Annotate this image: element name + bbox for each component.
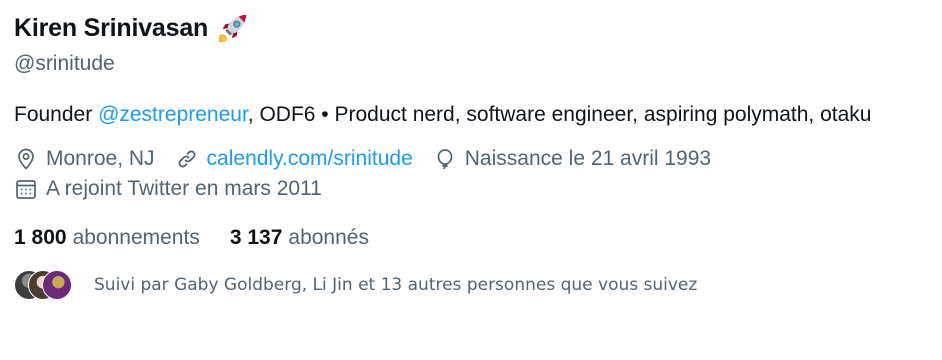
follower-avatars (14, 270, 78, 300)
profile-header: Kiren Srinivasan @srinitude Founder @zes… (14, 6, 929, 302)
followed-by[interactable]: Suivi par Gaby Goldberg, Li Jin et 13 au… (14, 268, 929, 302)
location-text: Monroe, NJ (46, 147, 155, 170)
meta-row-1: Monroe, NJ calendly.com/srinitude Naissa… (14, 144, 929, 174)
joined-item: A rejoint Twitter en mars 2011 (14, 177, 322, 201)
following-link[interactable]: 1 800 abonnements (14, 226, 200, 250)
bio-prefix: Founder (14, 103, 99, 126)
name-row: Kiren Srinivasan (14, 6, 929, 50)
avatar (42, 270, 72, 300)
following-label: abonnements (72, 226, 200, 249)
following-count: 1 800 (14, 226, 67, 249)
followed-by-text: Suivi par Gaby Goldberg, Li Jin et 13 au… (94, 275, 698, 295)
location-item: Monroe, NJ (14, 147, 155, 171)
follow-stats: 1 800 abonnements 3 137 abonnés (14, 222, 929, 254)
calendar-icon (16, 180, 36, 199)
followers-label: abonnés (288, 226, 369, 249)
followers-link[interactable]: 3 137 abonnés (230, 226, 369, 250)
balloon-icon (437, 149, 453, 170)
website-item: calendly.com/srinitude (175, 147, 413, 171)
bio-suffix: , ODF6 • Product nerd, software engineer… (247, 103, 872, 126)
bio: Founder @zestrepreneur, ODF6 • Product n… (14, 100, 894, 130)
website-link[interactable]: calendly.com/srinitude (207, 147, 413, 171)
followers-count: 3 137 (229, 226, 283, 249)
display-name: Kiren Srinivasan (14, 13, 209, 42)
joined-text: A rejoint Twitter en mars 2011 (46, 177, 322, 200)
link-icon (178, 150, 196, 168)
birthday-item: Naissance le 21 avril 1993 (433, 147, 711, 171)
bio-mention-link[interactable]: @zestrepreneur (98, 103, 248, 126)
handle: @srinitude (14, 52, 115, 75)
meta-row-2: A rejoint Twitter en mars 2011 (14, 174, 929, 204)
rocket-emoji-icon (216, 11, 250, 45)
birthday-text: Naissance le 21 avril 1993 (464, 147, 712, 170)
profile-meta: Monroe, NJ calendly.com/srinitude Naissa… (14, 144, 929, 204)
location-pin-icon (18, 148, 34, 170)
